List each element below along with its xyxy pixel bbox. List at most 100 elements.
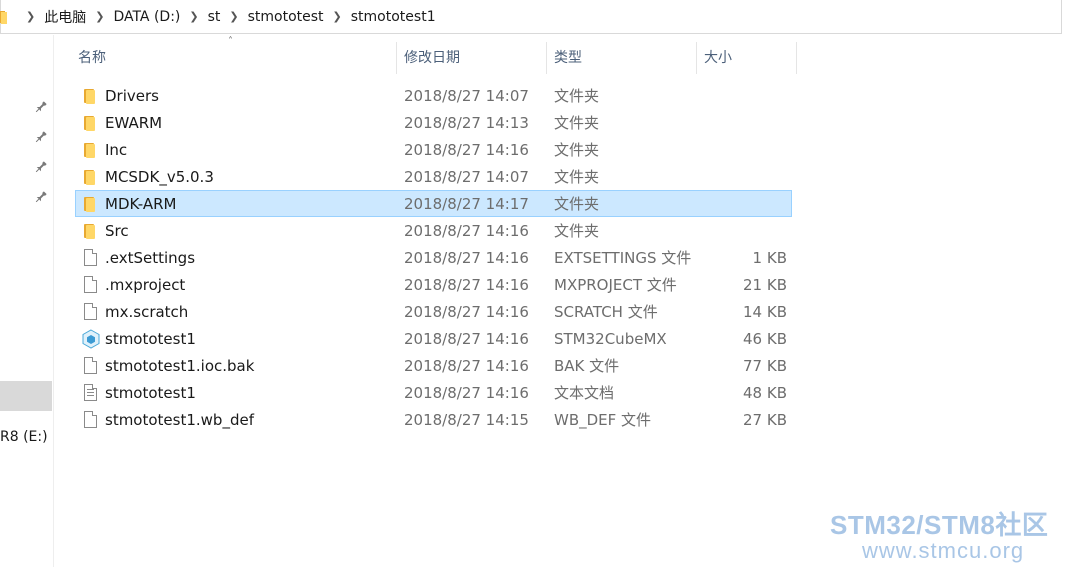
file-size: 1 KB xyxy=(752,248,787,267)
file-row[interactable]: MDK-ARM 2018/8/27 14:17 文件夹 xyxy=(75,190,792,217)
watermark: STM32/STM8社区 www.stmcu.org xyxy=(830,505,1065,564)
file-name: stmototest1.ioc.bak xyxy=(105,356,255,375)
file-icon xyxy=(84,276,97,293)
chevron-right-icon[interactable]: ❯ xyxy=(229,10,238,23)
file-name: Inc xyxy=(105,140,128,159)
file-icon xyxy=(84,303,97,320)
chevron-right-icon[interactable]: ❯ xyxy=(26,10,35,23)
file-icon xyxy=(84,249,97,266)
file-name: EWARM xyxy=(105,113,163,132)
chevron-right-icon[interactable]: ❯ xyxy=(189,10,198,23)
file-row[interactable]: .mxproject 2018/8/27 14:16 MXPROJECT 文件 21 … xyxy=(75,271,792,298)
folder-icon xyxy=(0,10,11,24)
file-size: 21 KB xyxy=(743,275,787,294)
file-row[interactable]: .extSettings 2018/8/27 14:16 EXTSETTINGS 文… xyxy=(75,244,792,271)
file-size: 27 KB xyxy=(743,410,787,429)
file-size: 46 KB xyxy=(743,329,787,348)
file-type: 文件夹 xyxy=(554,222,600,240)
file-date: 2018/8/27 14:13 xyxy=(404,113,529,132)
file-type: EXTSETTINGS 文件 xyxy=(554,249,692,267)
nav-item-drive-e[interactable]: R8 (E:) xyxy=(0,429,48,445)
pin-icon[interactable] xyxy=(31,97,51,117)
breadcrumb-this-pc[interactable]: 此电脑 xyxy=(44,7,86,27)
column-header-date[interactable]: 修改日期 xyxy=(396,40,546,74)
folder-icon xyxy=(82,222,98,240)
file-name: stmototest1 xyxy=(105,383,196,402)
text-file-icon xyxy=(84,384,97,401)
file-date: 2018/8/27 14:16 xyxy=(404,356,529,375)
file-type: 文件夹 xyxy=(554,168,600,186)
file-list: Drivers 2018/8/27 14:07 文件夹 EWARM 2018/8/27 … xyxy=(75,82,792,433)
file-type: BAK 文件 xyxy=(554,357,620,375)
file-size: 14 KB xyxy=(743,302,787,321)
breadcrumb-data-drive[interactable]: DATA (D:) xyxy=(113,9,180,25)
file-size: 48 KB xyxy=(743,383,787,402)
file-name: .extSettings xyxy=(105,248,196,267)
file-row[interactable]: EWARM 2018/8/27 14:13 文件夹 xyxy=(75,109,792,136)
file-name: Src xyxy=(105,221,129,240)
column-headers: ˄ 名称 修改日期 类型 大小 xyxy=(70,36,800,74)
folder-icon xyxy=(82,195,98,213)
file-type: 文件夹 xyxy=(554,141,600,159)
file-type: SCRATCH 文件 xyxy=(554,303,658,321)
file-name: stmototest1.wb_def xyxy=(105,410,254,429)
file-type: 文件夹 xyxy=(554,195,600,213)
file-name: MDK-ARM xyxy=(105,194,177,213)
pin-icon[interactable] xyxy=(31,187,51,207)
file-size: 77 KB xyxy=(743,356,787,375)
file-row[interactable]: Drivers 2018/8/27 14:07 文件夹 xyxy=(75,82,792,109)
file-type: 文本文档 xyxy=(554,384,615,402)
breadcrumb-stmototest1[interactable]: stmototest1 xyxy=(351,9,436,25)
file-date: 2018/8/27 14:07 xyxy=(404,167,529,186)
file-date: 2018/8/27 14:16 xyxy=(404,140,529,159)
file-row[interactable]: mx.scratch 2018/8/27 14:16 SCRATCH 文件 14 KB xyxy=(75,298,792,325)
file-date: 2018/8/27 14:16 xyxy=(404,383,529,402)
file-type: STM32CubeMX xyxy=(554,329,667,348)
file-type: 文件夹 xyxy=(554,87,600,105)
file-icon xyxy=(84,411,97,428)
breadcrumb-stmototest[interactable]: stmototest xyxy=(248,9,324,25)
address-bar[interactable]: ❯ 此电脑 ❯ DATA (D:) ❯ st ❯ stmototest ❯ st… xyxy=(0,0,1062,34)
file-date: 2018/8/27 14:16 xyxy=(404,248,529,267)
file-type: 文件夹 xyxy=(554,114,600,132)
file-row[interactable]: stmototest1 2018/8/27 14:16 STM32CubeMX 46 … xyxy=(75,325,792,352)
column-divider[interactable] xyxy=(796,42,797,74)
watermark-title: STM32/STM8社区 xyxy=(830,510,1049,540)
folder-icon xyxy=(82,114,98,132)
file-type: WB_DEF 文件 xyxy=(554,411,652,429)
file-name: stmototest1 xyxy=(105,329,196,348)
file-row[interactable]: stmototest1.ioc.bak 2018/8/27 14:16 BAK 文件… xyxy=(75,352,792,379)
file-name: MCSDK_v5.0.3 xyxy=(105,167,214,186)
file-name: mx.scratch xyxy=(105,302,189,321)
file-date: 2018/8/27 14:16 xyxy=(404,329,529,348)
breadcrumb-st[interactable]: st xyxy=(208,9,221,25)
file-date: 2018/8/27 14:17 xyxy=(404,194,529,213)
column-header-name[interactable]: 名称 xyxy=(70,40,396,74)
folder-icon xyxy=(82,141,98,159)
file-row[interactable]: stmototest1 2018/8/27 14:16 文本文档 48 KB xyxy=(75,379,792,406)
pin-icon[interactable] xyxy=(31,127,51,147)
file-date: 2018/8/27 14:07 xyxy=(404,86,529,105)
file-date: 2018/8/27 14:16 xyxy=(404,221,529,240)
file-name: .mxproject xyxy=(105,275,186,294)
chevron-right-icon[interactable]: ❯ xyxy=(333,10,342,23)
column-header-type[interactable]: 类型 xyxy=(546,40,696,74)
cube-icon xyxy=(82,329,100,349)
column-header-size[interactable]: 大小 xyxy=(696,40,796,74)
file-row[interactable]: Inc 2018/8/27 14:16 文件夹 xyxy=(75,136,792,163)
file-date: 2018/8/27 14:15 xyxy=(404,410,529,429)
file-date: 2018/8/27 14:16 xyxy=(404,302,529,321)
file-name: Drivers xyxy=(105,86,159,105)
nav-item-selected[interactable] xyxy=(0,381,52,411)
folder-icon xyxy=(82,87,98,105)
chevron-right-icon[interactable]: ❯ xyxy=(95,10,104,23)
breadcrumb: ❯ 此电脑 ❯ DATA (D:) ❯ st ❯ stmototest ❯ st… xyxy=(17,7,436,27)
file-row[interactable]: stmototest1.wb_def 2018/8/27 14:15 WB_DEF … xyxy=(75,406,792,433)
file-row[interactable]: MCSDK_v5.0.3 2018/8/27 14:07 文件夹 xyxy=(75,163,792,190)
pin-icon[interactable] xyxy=(31,157,51,177)
file-row[interactable]: Src 2018/8/27 14:16 文件夹 xyxy=(75,217,792,244)
file-date: 2018/8/27 14:16 xyxy=(404,275,529,294)
navigation-pane: R8 (E:) xyxy=(0,35,54,567)
file-type: MXPROJECT 文件 xyxy=(554,276,677,294)
file-icon xyxy=(84,357,97,374)
